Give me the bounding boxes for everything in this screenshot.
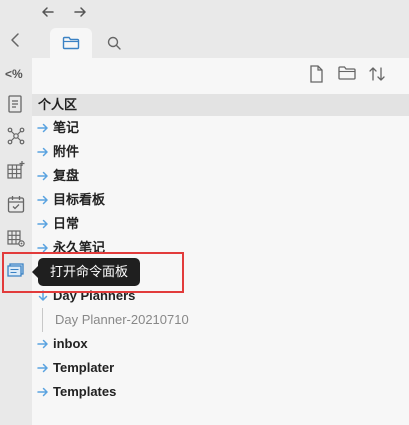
folder-label: 目标看板 <box>53 192 106 207</box>
table-gear-icon[interactable] <box>6 228 26 248</box>
folder-label: Templates <box>53 384 117 399</box>
chevron-left-icon[interactable] <box>8 32 24 50</box>
chevron-right-icon <box>37 363 48 373</box>
vault-root[interactable]: 个人区 <box>32 94 409 116</box>
folder-label: Templater <box>53 360 115 375</box>
file-item[interactable]: Day Planner-20210710 <box>32 308 409 332</box>
folder-label: 笔记 <box>53 120 80 135</box>
chevron-right-icon <box>37 147 48 157</box>
search-icon <box>107 36 121 50</box>
templater-icon[interactable]: <% <box>5 64 29 84</box>
folder-item[interactable]: 目标看板 <box>32 188 409 212</box>
folder-item[interactable]: Templates <box>32 380 409 404</box>
explorer-toolbar <box>307 64 387 84</box>
top-bar <box>0 0 409 58</box>
new-folder-icon[interactable] <box>337 64 357 84</box>
chevron-right-icon <box>37 339 48 349</box>
left-ribbon: <% <box>0 58 32 425</box>
folder-label: inbox <box>53 336 88 351</box>
folder-item[interactable]: 复盘 <box>32 164 409 188</box>
file-label: Day Planner-20210710 <box>55 312 189 327</box>
sort-icon[interactable] <box>367 64 387 84</box>
folder-item[interactable]: 附件 <box>32 140 409 164</box>
folder-item[interactable]: 笔记 <box>32 116 409 140</box>
highlight-box <box>2 252 184 293</box>
document-icon[interactable] <box>6 94 26 114</box>
new-note-icon[interactable] <box>307 64 327 84</box>
folder-label: 复盘 <box>53 168 80 183</box>
chevron-right-icon <box>37 219 48 229</box>
file-tree: 个人区 笔记 附件 复盘 目标看板 日常 永久笔记 Day Planners D… <box>32 94 409 404</box>
chevron-right-icon <box>37 171 48 181</box>
chevron-right-icon <box>37 195 48 205</box>
folder-label: 日常 <box>53 216 80 231</box>
chevron-right-icon <box>37 123 48 133</box>
chevron-right-icon <box>37 387 48 397</box>
tab-files[interactable] <box>50 28 92 58</box>
folder-item[interactable]: inbox <box>32 332 409 356</box>
folder-icon <box>62 36 80 50</box>
graph-icon[interactable] <box>6 126 26 146</box>
grid-plus-icon[interactable] <box>6 160 26 180</box>
forward-arrow-icon[interactable] <box>72 4 90 22</box>
tab-search[interactable] <box>98 28 130 58</box>
calendar-check-icon[interactable] <box>6 194 26 214</box>
file-explorer-pane: 个人区 笔记 附件 复盘 目标看板 日常 永久笔记 Day Planners D… <box>32 58 409 425</box>
back-arrow-icon[interactable] <box>40 4 58 22</box>
app-window: <% 个人区 笔记 附件 复盘 目标看板 日常 永久笔记 Day Planner… <box>0 0 409 425</box>
folder-item[interactable]: 日常 <box>32 212 409 236</box>
folder-label: 附件 <box>53 144 80 159</box>
folder-item[interactable]: Templater <box>32 356 409 380</box>
indent-guide <box>42 308 43 332</box>
